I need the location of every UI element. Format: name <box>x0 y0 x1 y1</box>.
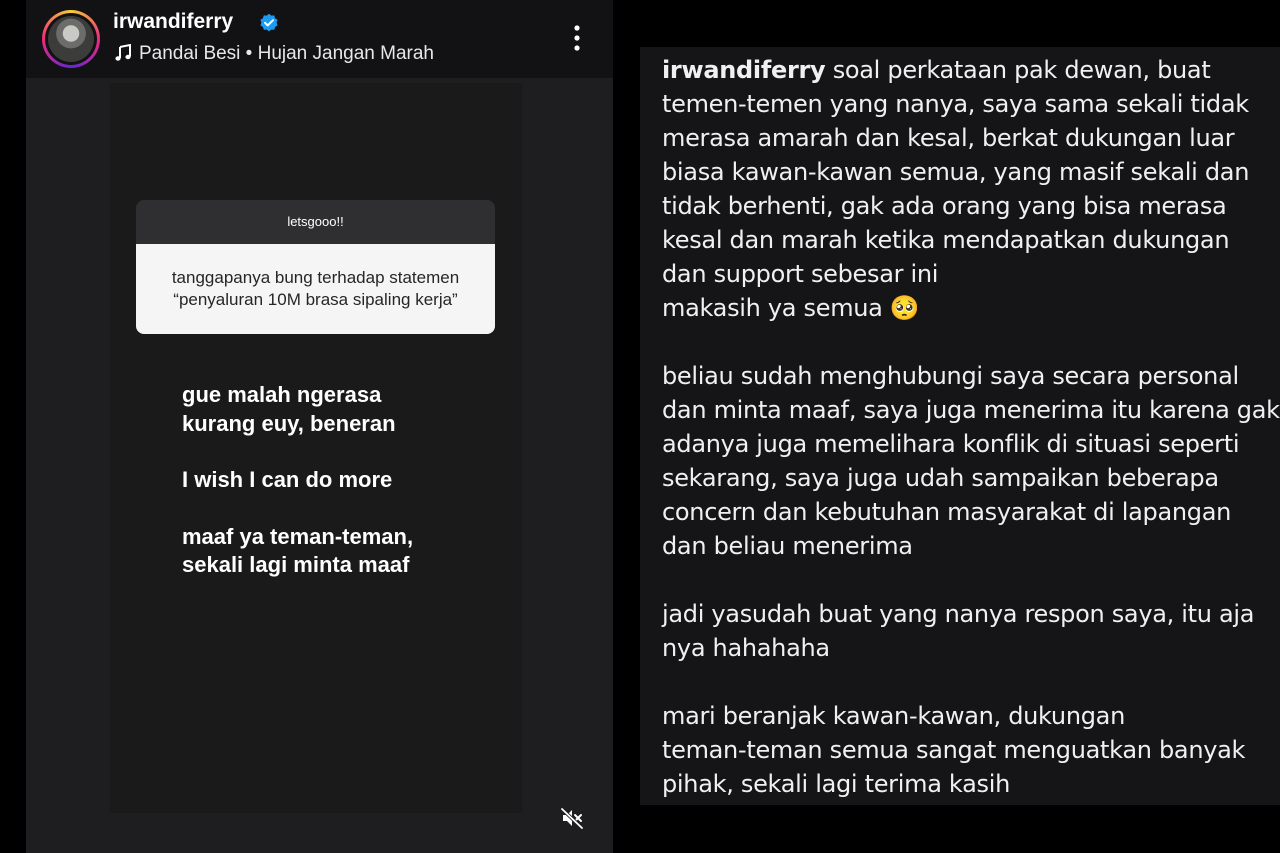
caption-line: beliau sudah menghubungi saya secara per… <box>662 362 1239 390</box>
caption-line: mari beranjak kawan-kawan, dukungan <box>662 702 1125 730</box>
story-text-line: kurang euy, beneran <box>182 411 396 436</box>
story-content: letsgooo!! tanggapanya bung terhadap sta… <box>110 83 522 813</box>
caption-line: irwandiferry soal perkataan pak dewan, b… <box>662 56 1211 84</box>
caption-line: concern dan kebutuhan masyarakat di lapa… <box>662 498 1232 526</box>
caption-line: kesal dan marah ketika mendapatkan dukun… <box>662 226 1230 254</box>
caption-line: pihak, sekali lagi terima kasih <box>662 770 1010 798</box>
story-header: irwandiferry Pandai Besi • Hujan Jangan … <box>26 0 613 78</box>
story-username[interactable]: irwandiferry <box>113 10 233 34</box>
caption-line: sekarang, saya juga udah sampaikan beber… <box>662 464 1219 492</box>
story-music-track[interactable]: Pandai Besi • Hujan Jangan Marah <box>139 43 434 65</box>
question-sticker-body: tanggapanya bung terhadap statemen “peny… <box>136 244 495 334</box>
caption-line: adanya juga memelihara konflik di situas… <box>662 430 1240 458</box>
question-sticker: letsgooo!! tanggapanya bung terhadap sta… <box>136 200 495 334</box>
verified-badge-icon <box>260 13 278 32</box>
avatar[interactable] <box>42 10 100 68</box>
music-note-icon <box>115 44 131 61</box>
caption-line: temen-temen yang nanya, saya sama sekali… <box>662 90 1249 118</box>
caption-username[interactable]: irwandiferry <box>662 56 826 84</box>
muted-speaker-icon[interactable] <box>560 806 584 830</box>
caption-line: jadi yasudah buat yang nanya respon saya… <box>662 600 1255 628</box>
question-line: “penyaluran 10M brasa sipaling kerja” <box>173 290 458 309</box>
story-text-line: gue malah ngerasa <box>182 382 382 407</box>
question-line: tanggapanya bung terhadap statemen <box>171 268 460 287</box>
more-vertical-icon[interactable] <box>573 24 581 52</box>
caption-line: merasa amarah dan kesal, berkat dukungan… <box>662 124 1235 152</box>
caption-line: biasa kawan-kawan semua, yang masif seka… <box>662 158 1250 186</box>
story-text-line: I wish I can do more <box>182 467 393 492</box>
caption-line: dan minta maaf, saya juga menerima itu k… <box>662 396 1280 424</box>
caption-line: teman-teman semua sangat menguatkan bany… <box>662 736 1246 764</box>
story-text-line: maaf ya teman-teman, <box>182 524 414 549</box>
story-text-line: sekali lagi minta maaf <box>182 552 410 577</box>
story-viewer: irwandiferry Pandai Besi • Hujan Jangan … <box>26 0 613 853</box>
post-caption: irwandiferry soal perkataan pak dewan, b… <box>640 47 1280 805</box>
caption-line: makasih ya semua 🥺 <box>662 294 920 322</box>
caption-line: tidak berhenti, gak ada orang yang bisa … <box>662 192 1227 220</box>
question-sticker-header: letsgooo!! <box>136 200 495 244</box>
caption-line: nya hahahaha <box>662 634 830 662</box>
caption-line: dan support sebesar ini <box>662 260 939 288</box>
caption-line: dan beliau menerima <box>662 532 913 560</box>
